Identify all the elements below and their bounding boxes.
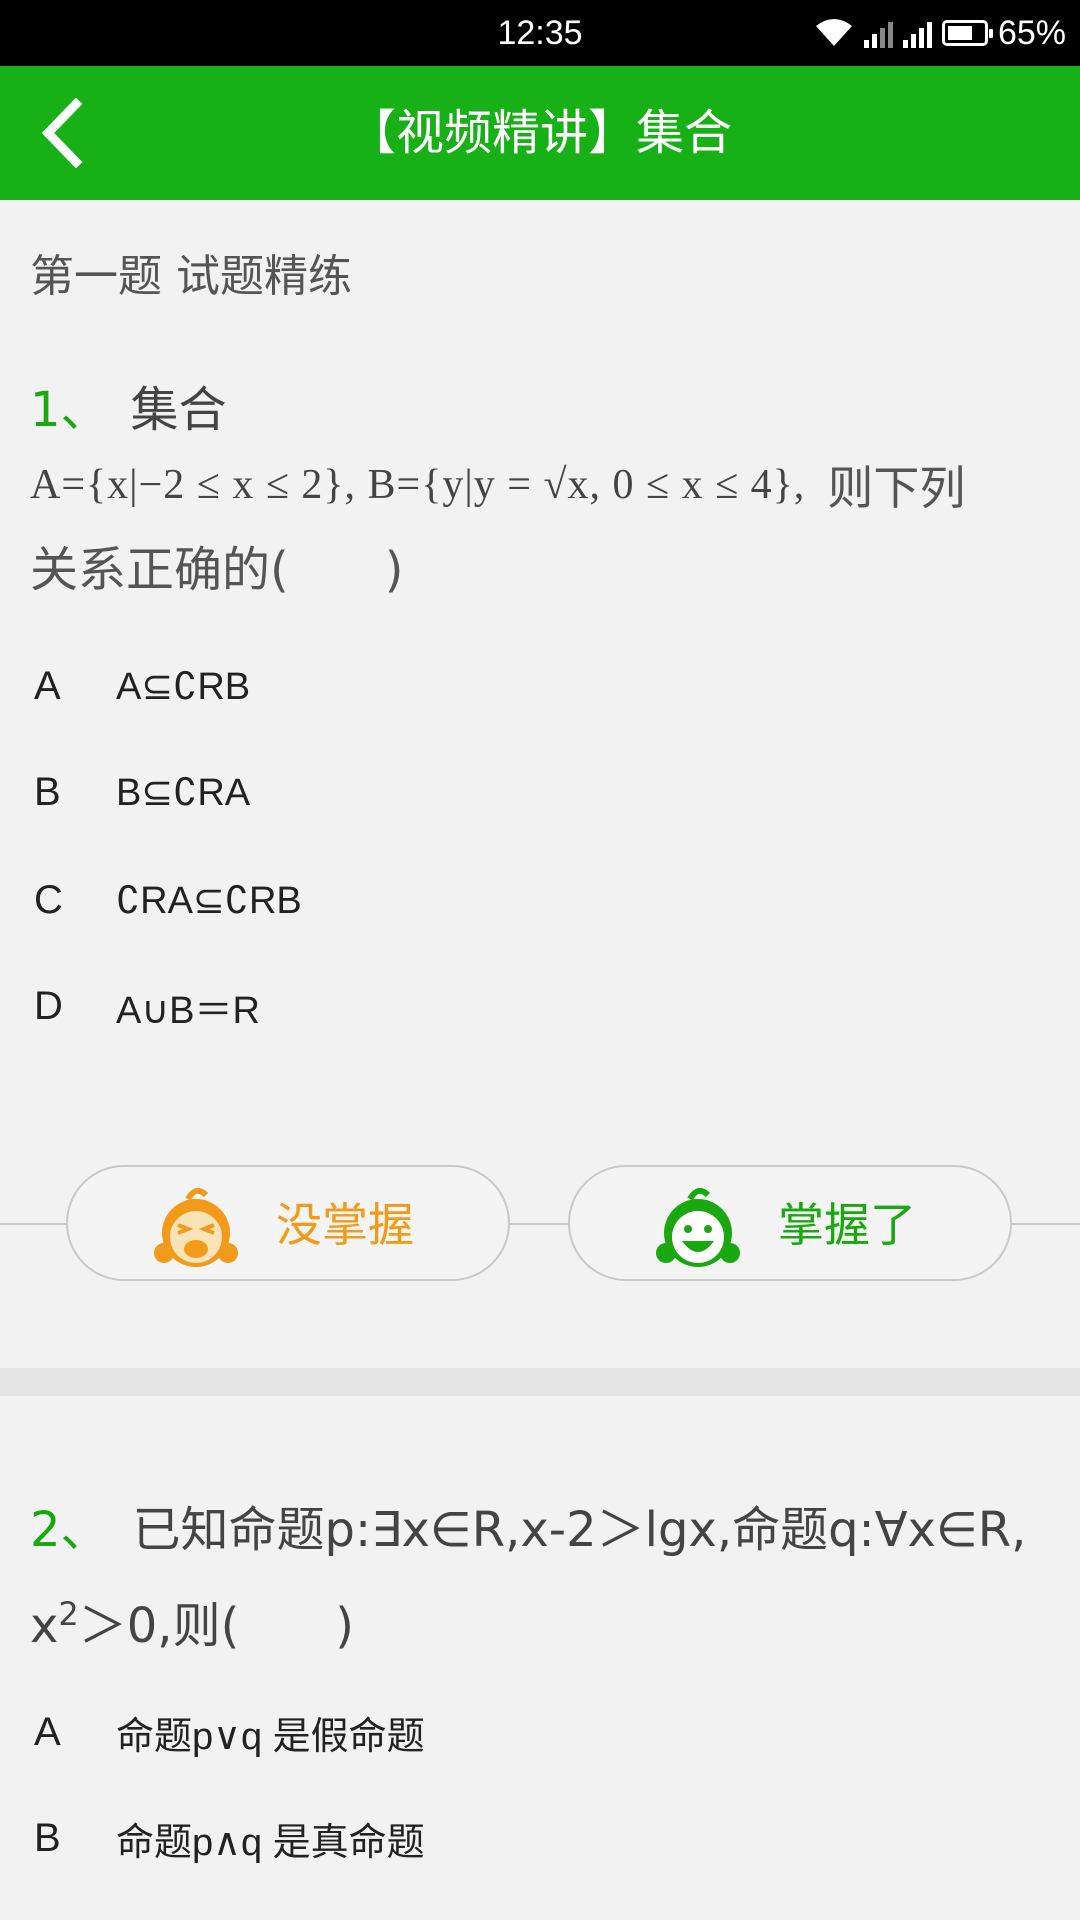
option-letter: A — [34, 663, 61, 708]
question-text-part2: ＞0,则( ) — [78, 1598, 355, 1654]
option-text: 命题p∨q 是假命题 — [116, 1715, 425, 1758]
option-a[interactable]: A A⊆∁RB — [34, 656, 1034, 716]
question-text-line2: 关系正确的( ) — [30, 542, 404, 598]
signal-icon — [902, 18, 932, 48]
title-bar: 【视频精讲】集合 — [0, 66, 1080, 200]
option-letter: D — [34, 983, 63, 1028]
question-number: 2、 — [30, 1502, 109, 1558]
option-text: A∪B＝R — [116, 989, 260, 1032]
option-letter: C — [34, 877, 63, 922]
question-number: 1、 — [30, 382, 109, 438]
option-text: 命题p∧q 是真命题 — [116, 1821, 425, 1864]
divider-line — [1012, 1223, 1080, 1225]
signal-icon — [863, 18, 893, 48]
mastered-label: 掌握了 — [778, 1198, 916, 1252]
option-a[interactable]: A 命题p∨q 是假命题 — [34, 1702, 1034, 1762]
section-title: 第一题 试题精练 — [30, 251, 352, 302]
option-text: ∁RA⊆∁RB — [116, 879, 302, 922]
section-divider — [0, 1368, 1080, 1396]
divider-line — [0, 1223, 68, 1225]
option-text: B⊆∁RA — [116, 771, 251, 814]
question-superscript: 2 — [58, 1595, 79, 1633]
option-text: A⊆∁RB — [116, 665, 251, 708]
not-mastered-button[interactable]: 没掌握 — [66, 1165, 510, 1281]
question-1-header: 1、 集合 — [30, 370, 227, 440]
battery-percent: 65% — [997, 13, 1066, 52]
status-icons: 65% — [814, 0, 1066, 66]
divider-line — [510, 1223, 570, 1225]
status-bar: 12:35 65% — [0, 0, 1080, 66]
option-letter: A — [34, 1709, 61, 1754]
question-1-formula-line: A={x|−2 ≤ x ≤ 2}, B={y|y = √x, 0 ≤ x ≤ 4… — [30, 450, 1070, 520]
feedback-row: 没掌握 掌握了 — [0, 1165, 1080, 1283]
crying-face-icon — [154, 1187, 238, 1267]
option-c[interactable]: C ∁RA⊆∁RB — [34, 870, 1034, 930]
smiling-face-icon — [656, 1187, 740, 1267]
option-letter: B — [34, 769, 61, 814]
option-letter: B — [34, 1815, 61, 1860]
question-formula: A={x|−2 ≤ x ≤ 2}, B={y|y = √x, 0 ≤ x ≤ 4… — [30, 462, 806, 508]
question-text-tail: 则下列 — [827, 461, 966, 515]
page-title: 【视频精讲】集合 — [347, 105, 732, 161]
not-mastered-label: 没掌握 — [276, 1198, 414, 1252]
mastered-button[interactable]: 掌握了 — [568, 1165, 1012, 1281]
option-b[interactable]: B B⊆∁RA — [34, 762, 1034, 822]
question-topic: 集合 — [130, 382, 227, 438]
battery-icon — [941, 20, 993, 46]
question-2-text: 2、 已知命题p:∃x∈R,x-2＞lgx,命题q:∀x∈R, x2＞0,则( ) — [30, 1488, 1060, 1668]
option-b[interactable]: B 命题p∧q 是真命题 — [34, 1808, 1034, 1868]
wifi-icon — [815, 19, 852, 46]
option-d[interactable]: D A∪B＝R — [34, 976, 1034, 1036]
